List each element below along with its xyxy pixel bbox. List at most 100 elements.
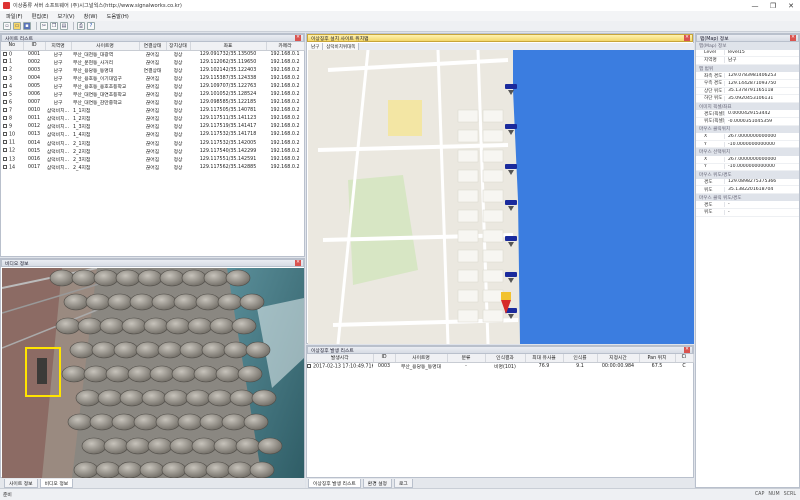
tab-event-list[interactable]: 이상징후 발생 리스트	[308, 479, 361, 488]
row-checkbox[interactable]	[3, 107, 7, 112]
site-column-header[interactable]: 지역명	[45, 42, 72, 51]
table-row[interactable]: 8 0011 삼덕비치... 1_2지점 끊어짐 정상 129.117511/35.1411…	[1, 115, 304, 123]
event-column-header[interactable]: Pan 위치	[639, 354, 676, 363]
property-group[interactable]: 마우스 위도/경도	[696, 171, 799, 179]
tab-log[interactable]: 로그	[393, 479, 413, 488]
site-column-header[interactable]: 사이트명	[71, 42, 140, 51]
row-checkbox[interactable]	[3, 91, 7, 96]
row-checkbox[interactable]	[3, 164, 7, 169]
property-group[interactable]: 마우스 선택위치	[696, 148, 799, 156]
maximize-button[interactable]: ❐	[764, 2, 782, 10]
close-button[interactable]: ✕	[782, 2, 800, 10]
tab-map-samdeok[interactable]: 삼덕비치위대쪽	[323, 43, 360, 50]
table-row[interactable]: 7 0010 삼덕비치... 1_1지점 끊어짐 정상 129.117505/35.1407…	[1, 107, 304, 115]
menu-window[interactable]: 창(W)	[84, 13, 98, 20]
tab-site-info[interactable]: 사이트 정보	[4, 479, 38, 488]
row-checkbox[interactable]	[3, 83, 7, 88]
row-checkbox[interactable]	[3, 116, 7, 121]
camera-feed[interactable]	[2, 268, 304, 478]
site-column-header[interactable]: 좌표	[190, 42, 267, 51]
property-group[interactable]: 맵 범위	[696, 64, 799, 73]
close-panel-icon[interactable]: ✕	[295, 260, 301, 266]
site-column-header[interactable]: ID	[23, 42, 46, 51]
save-icon[interactable]: ▪	[23, 22, 31, 30]
table-row[interactable]: 6 0007 남구 부산_대연동_감만중학교 끊어짐 정상 129.098585/35.12…	[1, 99, 304, 107]
tab-video-info[interactable]: 비디오 정보	[39, 479, 74, 488]
tab-map-namgu[interactable]: 남구	[308, 43, 324, 50]
property-row[interactable]: Level level15	[696, 50, 799, 58]
table-row[interactable]: 11 0014 삼덕비치... 2_1지점 끊어짐 정상 129.117532/35.142…	[1, 139, 304, 147]
table-row[interactable]: 12 0015 삼덕비치... 2_2지점 끊어짐 정상 129.117540/35.142…	[1, 147, 304, 155]
event-column-header[interactable]: 인식결과	[485, 354, 526, 363]
site-column-header[interactable]: No	[1, 42, 24, 51]
table-row[interactable]: 9 0012 삼덕비치... 1_3지점 끊어짐 정상 129.117519/35.1414…	[1, 123, 304, 131]
event-column-header[interactable]: 인식률	[563, 354, 598, 363]
event-column-header[interactable]: 지정시간	[597, 354, 640, 363]
row-checkbox[interactable]	[3, 148, 7, 153]
menu-help[interactable]: 도움말(H)	[107, 13, 129, 20]
property-row[interactable]: 위도 35.1382201618704	[696, 186, 799, 194]
copy-icon[interactable]: ❐	[50, 22, 58, 30]
row-checkbox[interactable]	[3, 124, 7, 129]
table-row[interactable]: 2017-02-13 17:10:49.716 0003 부산_용당동_동명대 - 비명…	[307, 362, 693, 371]
row-checkbox[interactable]	[3, 75, 7, 80]
property-row[interactable]: X 267.0000000000000	[696, 156, 799, 164]
property-row[interactable]: 지역명 남구	[696, 57, 799, 65]
row-checkbox[interactable]	[3, 59, 7, 64]
table-row[interactable]: 4 0005 남구 부산_용호동_용호초등학교 끊어짐 정상 129.109707/35.1…	[1, 82, 304, 90]
close-panel-icon[interactable]: ✕	[295, 35, 301, 41]
event-column-header[interactable]: 발생시각	[307, 354, 374, 363]
open-folder-icon[interactable]: ▭	[13, 22, 21, 30]
close-panel-icon[interactable]: ✕	[790, 35, 796, 41]
tab-settings[interactable]: 환경 설정	[362, 479, 392, 488]
row-checkbox[interactable]	[307, 364, 311, 368]
event-column-header[interactable]: ID	[373, 354, 396, 363]
print-icon[interactable]: ⎙	[77, 22, 85, 30]
table-row[interactable]: 0 0001 남구 부산_대천동_대광역 끊어짐 정상 129.091732/35.1350…	[1, 50, 304, 58]
property-group[interactable]: 맵(Map) 정보	[696, 42, 799, 50]
event-column-header[interactable]: 최대 유사율	[525, 354, 564, 363]
table-row[interactable]: 1 0002 남구 부산_문현동_사거리 끊어짐 정상 129.112062/35.1196…	[1, 58, 304, 66]
row-checkbox[interactable]	[3, 99, 7, 104]
table-row[interactable]: 10 0013 삼덕비치... 1_4지점 끊어짐 정상 129.117532/35.141…	[1, 131, 304, 139]
property-row[interactable]: 위도 -	[696, 209, 799, 217]
table-row[interactable]: 14 0017 삼덕비치... 2_4지점 끊어짐 정상 129.117562/35.142…	[1, 163, 304, 171]
site-column-header[interactable]: 카메라	[266, 42, 305, 51]
table-row[interactable]: 13 0016 삼덕비치... 2_3지점 끊어짐 정상 129.117551/35.142…	[1, 155, 304, 163]
site-column-header[interactable]: 장치상태	[166, 42, 191, 51]
close-panel-icon[interactable]: ✕	[684, 347, 690, 353]
table-row[interactable]: 5 0006 남구 부산_대연동_대연초등학교 끊어짐 정상 129.101052/35.1…	[1, 90, 304, 98]
close-panel-icon[interactable]: ✕	[684, 35, 690, 41]
cut-icon[interactable]: ✂	[40, 22, 48, 30]
menu-edit[interactable]: 편집(E)	[32, 13, 49, 20]
row-checkbox[interactable]	[3, 67, 7, 72]
table-row[interactable]: 2 0003 남구 부산_용당동_동명대 연결상태 정상 129.102142/35.122…	[1, 66, 304, 74]
property-row[interactable]: 상단 위도 35.1378791165118	[696, 88, 799, 96]
event-column-header[interactable]: 분류	[447, 354, 486, 363]
property-row[interactable]: 하단 위도 35.0920453106131	[696, 95, 799, 103]
property-row[interactable]: 경도(픽셀당)0.0000429153442	[696, 110, 799, 118]
property-group[interactable]: 마우스 클릭 위도/경도	[696, 193, 799, 202]
property-row[interactable]: 위도(픽셀당)-0.0000351045359	[696, 118, 799, 126]
paste-icon[interactable]: ▤	[60, 22, 68, 30]
minimize-button[interactable]: —	[746, 2, 764, 10]
help-icon[interactable]: ?	[87, 22, 95, 30]
property-row[interactable]: 좌측 경도 129.0783981406253	[696, 72, 799, 80]
row-checkbox[interactable]	[3, 140, 7, 145]
row-checkbox[interactable]	[3, 51, 7, 56]
property-group[interactable]: 이미지 픽셀/좌표	[696, 102, 799, 111]
site-column-header[interactable]: 연결상태	[139, 42, 167, 51]
property-row[interactable]: X 267.0000000000000	[696, 133, 799, 141]
property-row[interactable]: Y -10.0000000000000	[696, 164, 799, 172]
menu-view[interactable]: 보기(V)	[57, 13, 74, 20]
row-checkbox[interactable]	[3, 132, 7, 137]
table-row[interactable]: 3 0004 남구 부산_용호동_이기대입구 끊어짐 정상 129.115387/35.12…	[1, 74, 304, 82]
property-row[interactable]: 경도 -	[696, 201, 799, 210]
event-column-header[interactable]: 사이트명	[395, 354, 448, 363]
property-group[interactable]: 마우스 클릭위치	[696, 125, 799, 134]
row-checkbox[interactable]	[3, 156, 7, 161]
property-row[interactable]: 경도 129.0898275375366	[696, 179, 799, 187]
property-row[interactable]: 우측 경도 129.1442871093750	[696, 80, 799, 88]
event-column-header[interactable]: Ci	[675, 354, 694, 363]
new-file-icon[interactable]: ▫	[3, 22, 11, 30]
